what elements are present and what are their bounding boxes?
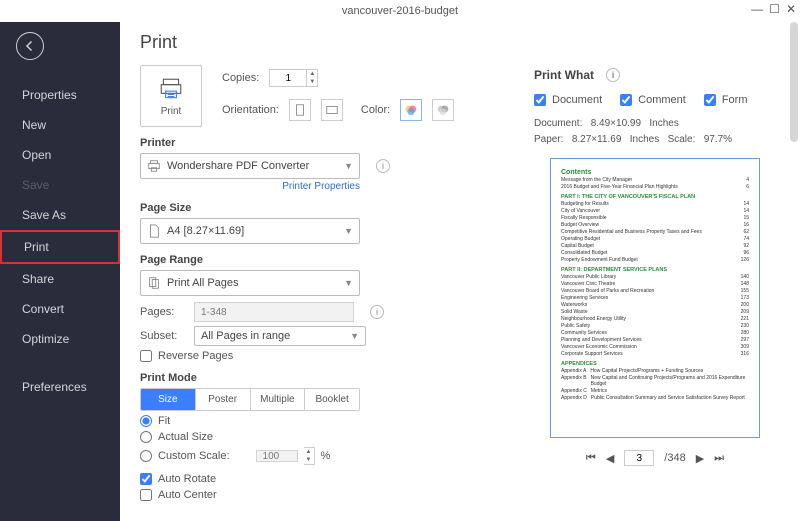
page-preview: ContentsMessage from the City Manager420… (550, 158, 760, 438)
auto-rotate-checkbox[interactable]: Auto Rotate (140, 473, 516, 485)
printwhat-header: Print Whati (534, 68, 776, 82)
pages-icon (147, 276, 161, 290)
sidebar-item-new[interactable]: New (0, 110, 120, 140)
printer-icon (158, 76, 184, 102)
sidebar-item-properties[interactable]: Properties (0, 80, 120, 110)
maximize-icon[interactable]: ☐ (769, 2, 780, 16)
custom-radio[interactable]: Custom Scale: ▲▼ % (140, 447, 516, 465)
printer-header: Printer (140, 137, 516, 149)
printwhat-document[interactable]: Document (534, 94, 602, 106)
pagesize-select[interactable]: A4 [8.27×11.69]▼ (140, 218, 360, 244)
info-icon[interactable]: i (606, 68, 620, 82)
printwhat-comment[interactable]: Comment (620, 94, 686, 106)
page-icon (147, 224, 161, 238)
reverse-pages-checkbox[interactable]: Reverse Pages (140, 350, 516, 362)
page-title: Print (140, 32, 516, 53)
printmode-tab-booklet[interactable]: Booklet (305, 389, 359, 410)
printmode-header: Print Mode (140, 372, 516, 384)
portrait-button[interactable] (289, 99, 311, 121)
custom-scale-input[interactable] (256, 450, 298, 462)
orientation-label: Orientation: (222, 104, 279, 116)
sidebar-item-convert[interactable]: Convert (0, 294, 120, 324)
color-label: Color: (361, 104, 390, 116)
printmode-tab-multiple[interactable]: Multiple (251, 389, 306, 410)
print-button[interactable]: Print (140, 65, 202, 127)
sidebar-item-save-as[interactable]: Save As (0, 200, 120, 230)
printmode-tabs: SizePosterMultipleBooklet (140, 388, 360, 411)
landscape-button[interactable] (321, 99, 343, 121)
auto-center-checkbox[interactable]: Auto Center (140, 489, 516, 501)
actual-radio[interactable]: Actual Size (140, 431, 516, 443)
print-button-label: Print (161, 106, 182, 117)
window-title: vancouver-2016-budget (342, 5, 458, 17)
grayscale-mode-button[interactable] (432, 99, 454, 121)
sidebar-item-share[interactable]: Share (0, 264, 120, 294)
sidebar-item-print[interactable]: Print (0, 230, 120, 264)
copies-input[interactable] (269, 69, 307, 87)
printer-properties-link[interactable]: Printer Properties (140, 181, 360, 192)
pages-label: Pages: (140, 306, 184, 318)
pagesize-header: Page Size (140, 202, 516, 214)
fit-radio[interactable]: Fit (140, 415, 516, 427)
sidebar-item-open[interactable]: Open (0, 140, 120, 170)
back-button[interactable] (16, 32, 44, 60)
copies-label: Copies: (222, 72, 259, 84)
printer-select[interactable]: Wondershare PDF Converter▼ (140, 153, 360, 179)
printmode-tab-size[interactable]: Size (141, 389, 196, 410)
custom-scale-stepper[interactable]: ▲▼ (304, 447, 315, 465)
sidebar-item-preferences[interactable]: Preferences (0, 372, 120, 402)
printmode-tab-poster[interactable]: Poster (196, 389, 251, 410)
minimize-icon[interactable]: — (751, 2, 763, 16)
close-icon[interactable]: ✕ (786, 2, 796, 16)
pagerange-header: Page Range (140, 254, 516, 266)
pagerange-select[interactable]: Print All Pages▼ (140, 270, 360, 296)
titlebar: vancouver-2016-budget — ☐ ✕ (0, 0, 800, 22)
last-page-icon[interactable]: ⏭ (714, 452, 724, 465)
prev-page-icon[interactable]: ◀ (606, 452, 614, 465)
page-number-input[interactable] (624, 450, 654, 466)
sidebar: PropertiesNewOpenSaveSave AsPrintShareCo… (0, 22, 120, 521)
scrollbar[interactable] (790, 22, 798, 142)
subset-select[interactable]: All Pages in range▼ (194, 326, 366, 346)
color-mode-button[interactable] (400, 99, 422, 121)
copies-stepper[interactable]: ▲▼ (307, 69, 318, 87)
sidebar-item-save: Save (0, 170, 120, 200)
subset-label: Subset: (140, 330, 184, 342)
first-page-icon[interactable]: ⏮ (586, 452, 596, 465)
info-icon[interactable]: i (376, 159, 390, 173)
page-total: /348 (664, 452, 685, 464)
doc-dims: Document: 8.49×10.99 Inches Paper: 8.27×… (534, 116, 776, 148)
info-icon[interactable]: i (370, 305, 384, 319)
pages-input[interactable] (194, 302, 354, 322)
printwhat-form[interactable]: Form (704, 94, 748, 106)
sidebar-item-optimize[interactable]: Optimize (0, 324, 120, 354)
chevron-left-icon (24, 40, 36, 52)
printer-icon (147, 159, 161, 173)
next-page-icon[interactable]: ▶ (696, 452, 704, 465)
